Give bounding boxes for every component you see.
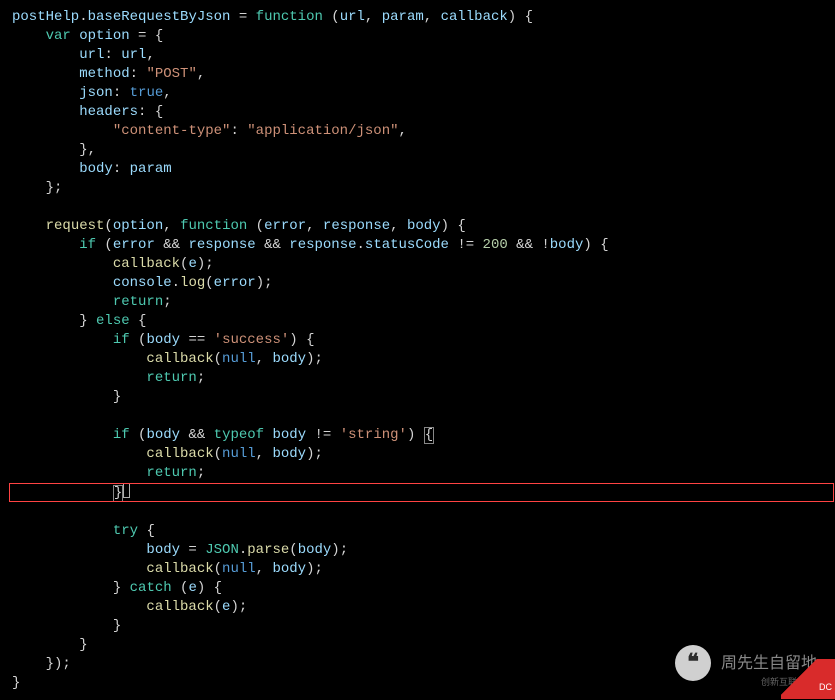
code-line[interactable]: } — [12, 617, 835, 636]
code-line[interactable]: callback(e); — [12, 598, 835, 617]
wechat-icon-glyph: ❝ — [687, 654, 699, 673]
code-line[interactable]: postHelp.baseRequestByJson = function (u… — [12, 8, 835, 27]
code-line[interactable]: method: "POST", — [12, 65, 835, 84]
code-line[interactable]: }, — [12, 141, 835, 160]
code-line[interactable]: return; — [12, 464, 835, 483]
code-line[interactable]: } — [12, 483, 835, 503]
code-line[interactable]: var option = { — [12, 27, 835, 46]
code-line[interactable]: } catch (e) { — [12, 579, 835, 598]
code-line[interactable]: url: url, — [12, 46, 835, 65]
code-line[interactable] — [12, 503, 835, 522]
brand-logo-text: DC — [819, 678, 832, 697]
code-line[interactable]: "content-type": "application/json", — [12, 122, 835, 141]
code-line[interactable] — [12, 198, 835, 217]
code-line[interactable]: callback(null, body); — [12, 350, 835, 369]
wechat-icon: ❝ — [675, 645, 711, 681]
code-line[interactable]: return; — [12, 369, 835, 388]
code-line[interactable]: } — [12, 388, 835, 407]
code-line[interactable]: if (body == 'success') { — [12, 331, 835, 350]
code-line[interactable]: json: true, — [12, 84, 835, 103]
code-line[interactable]: }; — [12, 179, 835, 198]
code-line[interactable]: request(option, function (error, respons… — [12, 217, 835, 236]
code-line[interactable]: return; — [12, 293, 835, 312]
code-line[interactable]: headers: { — [12, 103, 835, 122]
code-line[interactable]: callback(e); — [12, 255, 835, 274]
code-line[interactable]: if (body && typeof body != 'string') { — [12, 426, 835, 445]
code-line[interactable]: body: param — [12, 160, 835, 179]
code-line[interactable] — [12, 407, 835, 426]
brand-corner-logo: DC — [781, 659, 835, 699]
code-line[interactable]: try { — [12, 522, 835, 541]
code-line[interactable]: callback(null, body); — [12, 560, 835, 579]
code-line[interactable]: body = JSON.parse(body); — [12, 541, 835, 560]
code-line[interactable]: } else { — [12, 312, 835, 331]
code-editor[interactable]: postHelp.baseRequestByJson = function (u… — [0, 0, 835, 700]
code-line[interactable]: console.log(error); — [12, 274, 835, 293]
code-line[interactable]: if (error && response && response.status… — [12, 236, 835, 255]
code-line[interactable]: callback(null, body); — [12, 445, 835, 464]
